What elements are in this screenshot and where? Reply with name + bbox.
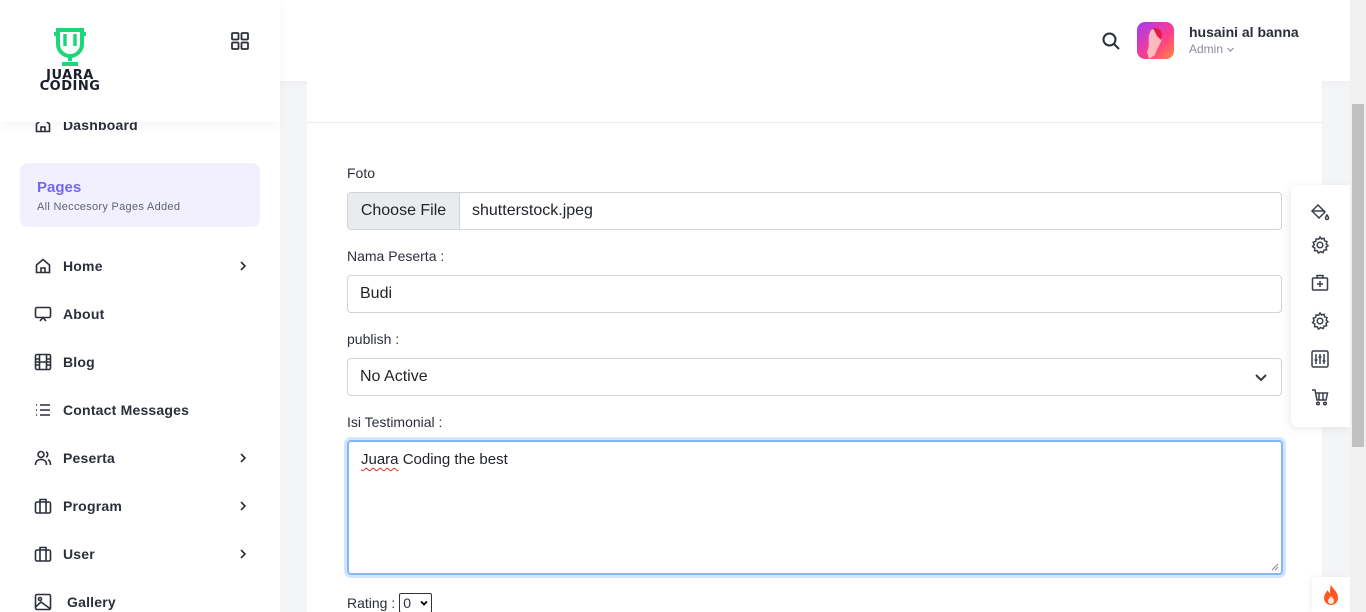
choose-file-button[interactable]: Choose File xyxy=(348,193,460,229)
misspelled-word: Juara xyxy=(361,451,399,468)
sidebar-item-gallery[interactable]: Gallery xyxy=(34,590,116,612)
chevron-right-icon xyxy=(236,258,250,274)
chevron-right-icon xyxy=(236,498,250,514)
sidebar-item-label: About xyxy=(63,306,105,322)
sidebar-item-label: Peserta xyxy=(63,450,115,466)
file-name: shutterstock.jpeg xyxy=(472,202,593,219)
pages-section: Pages All Neccesory Pages Added xyxy=(20,163,260,227)
scrollbar-thumb[interactable] xyxy=(1352,104,1364,447)
briefcase-icon xyxy=(34,497,52,515)
foto-label: Foto xyxy=(347,165,376,181)
card-divider xyxy=(307,122,1322,123)
users-icon xyxy=(34,449,52,467)
brand-line2: CODING xyxy=(39,79,101,94)
user-name[interactable]: husaini al banna xyxy=(1189,24,1299,40)
sidebar-item-user[interactable]: User xyxy=(34,542,247,566)
sidebar-item-program[interactable]: Program xyxy=(34,494,247,518)
paint-bucket-icon[interactable] xyxy=(1310,202,1330,222)
sidebar-item-label: Blog xyxy=(63,354,95,370)
sidebar-item-blog[interactable]: Blog xyxy=(34,350,95,374)
sidebar-item-label: Gallery xyxy=(67,594,116,610)
customizer-toolbar xyxy=(1291,185,1350,427)
foto-file-input[interactable]: Choose File shutterstock.jpeg xyxy=(347,192,1282,230)
sidebar-item-label: User xyxy=(63,546,95,562)
isi-testimonial-textarea[interactable]: Juara Coding the best xyxy=(347,440,1283,575)
sidebar-item-label: Home xyxy=(63,258,103,274)
pages-title: Pages xyxy=(37,179,82,196)
nama-peserta-label: Nama Peserta : xyxy=(347,248,445,264)
home-icon xyxy=(34,257,52,275)
list-icon xyxy=(34,401,52,419)
film-icon xyxy=(34,353,52,371)
user-role: Admin xyxy=(1189,42,1224,56)
grid-menu-icon[interactable] xyxy=(230,31,250,51)
presentation-icon xyxy=(34,305,52,323)
sidebar-item-about[interactable]: About xyxy=(34,302,104,326)
rating-select[interactable]: 0 xyxy=(399,593,433,612)
pages-subtitle: All Neccesory Pages Added xyxy=(37,201,181,213)
sliders-icon[interactable] xyxy=(1310,349,1330,369)
image-icon xyxy=(34,593,52,611)
isi-testimonial-label: Isi Testimonial : xyxy=(347,414,443,430)
chevron-down-icon xyxy=(1255,374,1267,382)
page-scrollbar[interactable] xyxy=(1350,0,1366,612)
sidebar-item-label: Program xyxy=(63,498,122,514)
rating-label: Rating : xyxy=(347,595,396,611)
rating-value: 0 xyxy=(403,595,412,611)
chevron-right-icon xyxy=(236,450,250,466)
briefcase-icon xyxy=(34,545,52,563)
shopping-cart-icon[interactable] xyxy=(1310,387,1330,407)
avatar[interactable] xyxy=(1137,22,1174,59)
chevron-down-icon xyxy=(420,600,428,606)
publish-value: No Active xyxy=(360,368,428,385)
settings-icon[interactable] xyxy=(1310,311,1330,331)
user-role-dropdown[interactable]: Admin xyxy=(1189,42,1235,56)
nama-peserta-input[interactable]: Budi xyxy=(347,275,1282,313)
sidebar-item-contact-messages[interactable]: Contact Messages xyxy=(34,398,189,422)
top-header: husaini al banna Admin xyxy=(280,0,1350,81)
sidebar: JUARA CODING Dashboard Pages All Necceso… xyxy=(0,0,280,612)
form-card: Foto Choose File shutterstock.jpeg Nama … xyxy=(307,81,1322,612)
chevron-down-icon xyxy=(1227,47,1234,52)
nama-peserta-value: Budi xyxy=(360,285,393,302)
flame-icon[interactable] xyxy=(1312,577,1350,612)
trophy-logo-icon xyxy=(54,28,86,66)
sidebar-header: JUARA CODING xyxy=(0,0,280,122)
sidebar-item-peserta[interactable]: Peserta xyxy=(34,446,247,470)
search-icon[interactable] xyxy=(1101,31,1121,51)
rating-row: Rating : 0 xyxy=(347,593,433,612)
publish-select[interactable]: No Active xyxy=(347,358,1282,396)
sidebar-item-label: Contact Messages xyxy=(63,402,190,418)
medical-box-icon[interactable] xyxy=(1310,273,1330,293)
resize-handle-icon[interactable] xyxy=(1271,563,1279,571)
settings-icon[interactable] xyxy=(1310,235,1330,255)
chevron-right-icon xyxy=(236,546,250,562)
sidebar-item-home[interactable]: Home xyxy=(34,254,247,278)
testimonial-text: Coding the best xyxy=(398,451,508,468)
publish-label: publish : xyxy=(347,331,400,347)
brand-wordmark: JUARA CODING xyxy=(34,69,106,94)
brand-logo[interactable]: JUARA CODING xyxy=(34,24,106,96)
